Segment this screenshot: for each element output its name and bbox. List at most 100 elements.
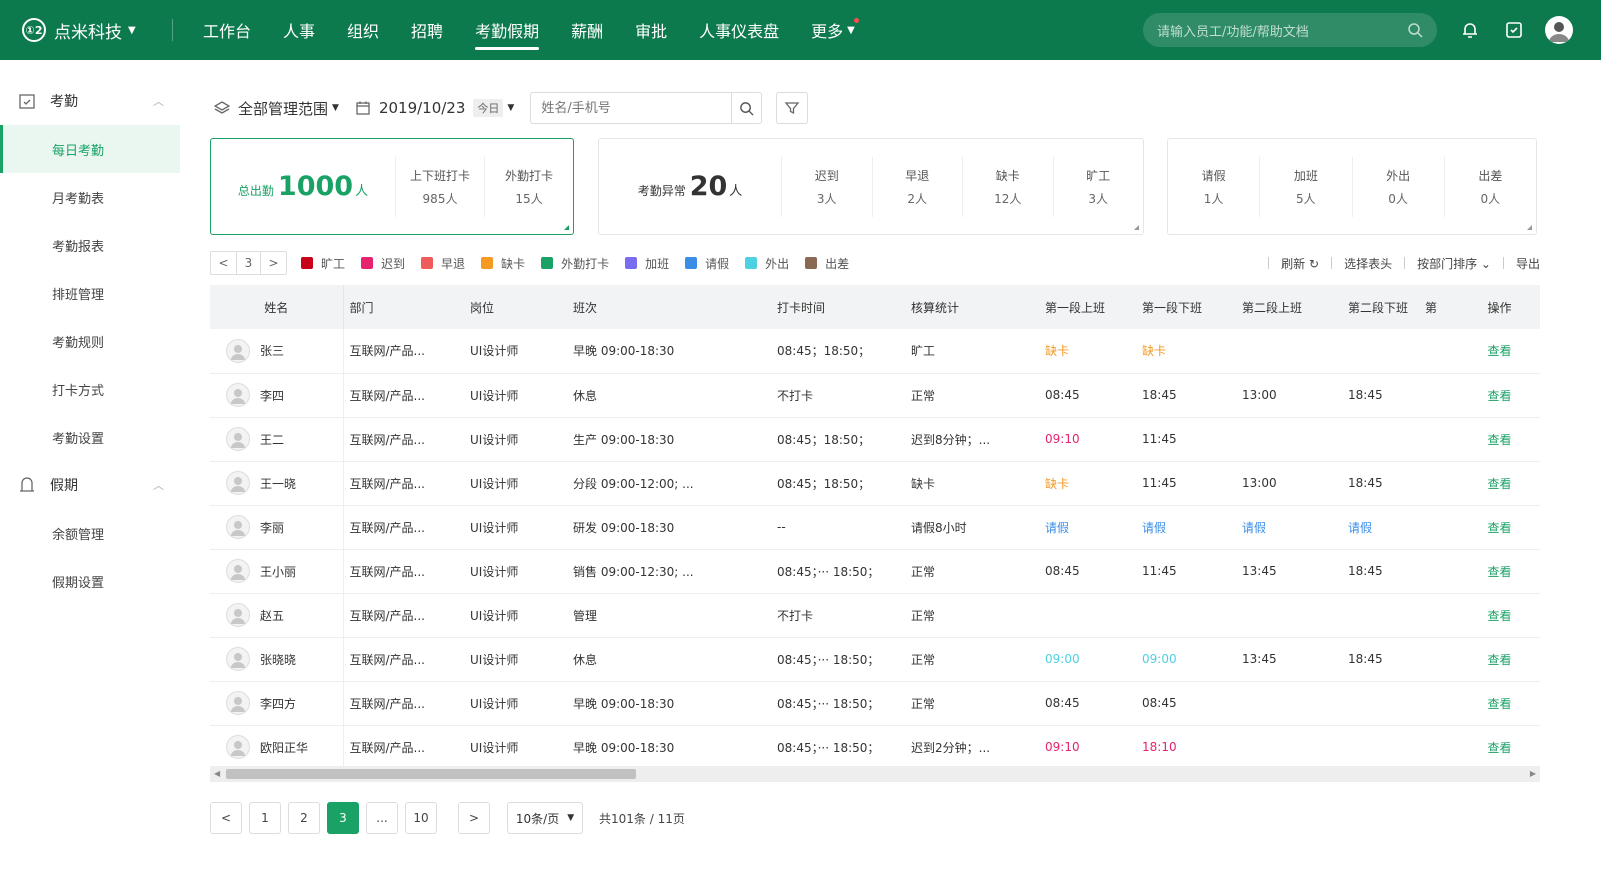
- export-button[interactable]: 导出: [1516, 255, 1540, 272]
- scope-dropdown[interactable]: 全部管理范围 ▼: [214, 98, 339, 119]
- page-size-select[interactable]: 10条/页 ▼: [507, 802, 583, 834]
- sidebar: 考勤 ︿ 每日考勤 月考勤表 考勤报表 排班管理 考勤规则 打卡方式 考勤设置 假期 ︿ 余额管理 假期…: [0, 60, 180, 878]
- nav-item[interactable]: 人事仪表盘: [683, 0, 795, 60]
- horizontal-scrollbar[interactable]: ◀ ▶: [210, 766, 1540, 782]
- chevron-up-icon[interactable]: ︿: [153, 477, 164, 493]
- stat-item[interactable]: 迟到 3人: [781, 156, 872, 217]
- attendance-abnormal-card[interactable]: 考勤异常 20 人 迟到 3人 早退 2人 缺卡 12人 旷工 3人: [598, 138, 1144, 235]
- scrollbar-thumb[interactable]: [226, 769, 636, 779]
- stat-title: 缺卡: [995, 168, 1020, 183]
- attendance-total-card[interactable]: 总出勤 1000 人 上下班打卡 985人 外勤打卡 15人: [210, 138, 574, 235]
- scroll-right-icon[interactable]: ▶: [1530, 766, 1536, 782]
- punch-time-cell: 08:45；18:50；: [771, 329, 905, 374]
- dept-cell: 互联网/产品...: [343, 417, 464, 462]
- stat-item[interactable]: 出差 0人: [1443, 156, 1536, 217]
- nav-item[interactable]: 人事: [267, 0, 331, 60]
- seg1-off-cell: 18:10: [1136, 725, 1236, 766]
- view-link[interactable]: 查看: [1487, 477, 1511, 491]
- name-search-input[interactable]: [531, 93, 732, 123]
- view-link[interactable]: 查看: [1487, 653, 1511, 667]
- search-button[interactable]: [731, 93, 761, 123]
- shift-cell: 早晚 09:00-18:30: [567, 725, 771, 766]
- mini-next-button[interactable]: >: [261, 252, 286, 274]
- view-link[interactable]: 查看: [1487, 697, 1511, 711]
- sidebar-group[interactable]: 假期 ︿: [0, 461, 180, 509]
- view-link[interactable]: 查看: [1487, 389, 1511, 403]
- user-avatar[interactable]: [1545, 16, 1573, 44]
- avatar: [226, 427, 250, 451]
- column-header: 第一段上班: [1039, 285, 1136, 329]
- table-row: 李四 互联网/产品... UI设计师 休息 不打卡 正常 08:45 18:45 13:00 18…: [210, 373, 1540, 418]
- stat-item[interactable]: 请假 1人: [1168, 157, 1259, 217]
- table-actions: 刷新 ↻ 选择表头 按部门排序 ⌄ 导出: [1256, 255, 1540, 272]
- avatar: [226, 735, 250, 759]
- select-columns-button[interactable]: 选择表头: [1344, 255, 1392, 272]
- filter-button[interactable]: [776, 92, 809, 124]
- sort-label: 按部门排序: [1417, 256, 1478, 271]
- sidebar-item[interactable]: 假期设置: [0, 557, 180, 605]
- nav-item[interactable]: 组织: [331, 0, 395, 60]
- sort-dropdown[interactable]: 按部门排序 ⌄: [1417, 255, 1491, 272]
- sidebar-item[interactable]: 余额管理: [0, 509, 180, 557]
- stat-item[interactable]: 外勤打卡 15人: [484, 156, 573, 217]
- nav-item[interactable]: 薪酬: [555, 0, 619, 60]
- chevron-up-icon[interactable]: ︿: [153, 93, 164, 109]
- stat-cell: 缺卡: [905, 461, 1039, 506]
- brand-switcher[interactable]: ①2 点米科技 ▼: [22, 18, 172, 43]
- total-attendance: 总出勤 1000 人: [211, 171, 395, 202]
- sidebar-item[interactable]: 月考勤表: [0, 173, 180, 221]
- stat-item[interactable]: 缺卡 12人: [962, 156, 1053, 217]
- page-button[interactable]: 1: [249, 802, 281, 834]
- view-link[interactable]: 查看: [1487, 565, 1511, 579]
- sidebar-item[interactable]: 排班管理: [0, 269, 180, 317]
- seg1-off-cell: 11:45: [1136, 417, 1236, 462]
- stat-item[interactable]: 加班 5人: [1259, 156, 1351, 217]
- nav-item[interactable]: 工作台: [187, 0, 267, 60]
- legend-item: 外勤打卡: [541, 255, 609, 272]
- nav-item[interactable]: 审批: [619, 0, 683, 60]
- page-button[interactable]: ...: [366, 802, 398, 834]
- nav-item[interactable]: 招聘: [395, 0, 459, 60]
- dept-cell: 互联网/产品...: [343, 461, 464, 506]
- avatar: [226, 383, 250, 407]
- approval-icon[interactable]: [1501, 17, 1527, 43]
- seg2-off-cell: [1342, 593, 1419, 638]
- page-button[interactable]: 10: [405, 802, 437, 834]
- bell-icon[interactable]: [1457, 17, 1483, 43]
- sidebar-item[interactable]: 考勤规则: [0, 317, 180, 365]
- scroll-left-icon[interactable]: ◀: [214, 766, 220, 782]
- search-icon[interactable]: [1407, 22, 1423, 38]
- nav-item[interactable]: 更多 ▼: [795, 0, 871, 60]
- view-link[interactable]: 查看: [1487, 741, 1511, 755]
- global-search-input[interactable]: 请输入员工/功能/帮助文档: [1157, 21, 1309, 40]
- sidebar-item[interactable]: 考勤设置: [0, 413, 180, 461]
- global-search[interactable]: 请输入员工/功能/帮助文档: [1143, 13, 1437, 47]
- leave-stats-card[interactable]: 请假 1人 加班 5人 外出 0人 出差 0人: [1167, 138, 1537, 235]
- sidebar-item[interactable]: 每日考勤: [0, 125, 180, 173]
- stat-item[interactable]: 旷工 3人: [1052, 156, 1144, 217]
- sidebar-group[interactable]: 考勤 ︿: [0, 77, 180, 125]
- stat-item[interactable]: 早退 2人: [871, 156, 963, 217]
- refresh-button[interactable]: 刷新 ↻: [1281, 255, 1319, 272]
- employee-name: 王小丽: [260, 564, 297, 579]
- operation-cell: 查看: [1459, 549, 1540, 594]
- mini-prev-button[interactable]: <: [211, 252, 236, 274]
- operation-cell: 查看: [1459, 725, 1540, 766]
- date-picker[interactable]: 2019/10/23 今日 ▼: [355, 99, 514, 117]
- page-button[interactable]: 3: [327, 802, 359, 834]
- view-link[interactable]: 查看: [1487, 433, 1511, 447]
- legend-item: 缺卡: [481, 255, 525, 272]
- next-page-button[interactable]: >: [458, 802, 490, 834]
- view-link[interactable]: 查看: [1487, 609, 1511, 623]
- seg1-off-cell: 08:45: [1136, 681, 1236, 726]
- stat-item[interactable]: 上下班打卡 985人: [395, 156, 484, 217]
- overflow-cell: [1419, 681, 1459, 726]
- prev-page-button[interactable]: <: [210, 802, 242, 834]
- sidebar-item[interactable]: 考勤报表: [0, 221, 180, 269]
- view-link[interactable]: 查看: [1487, 344, 1511, 358]
- stat-item[interactable]: 外出 0人: [1351, 156, 1444, 217]
- sidebar-item[interactable]: 打卡方式: [0, 365, 180, 413]
- view-link[interactable]: 查看: [1487, 521, 1511, 535]
- nav-item[interactable]: 考勤假期: [459, 0, 555, 60]
- page-button[interactable]: 2: [288, 802, 320, 834]
